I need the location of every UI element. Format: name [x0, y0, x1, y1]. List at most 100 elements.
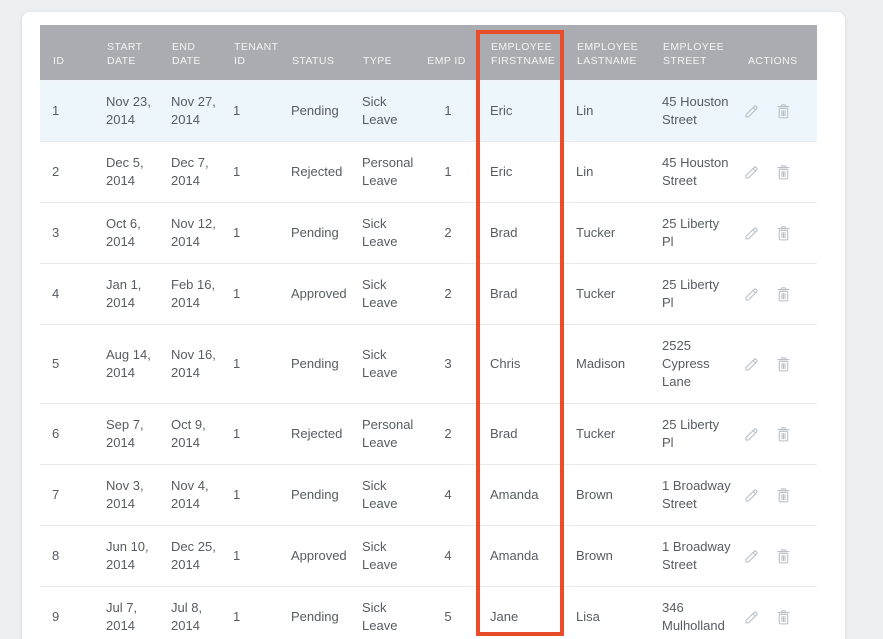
cell-employee_street: 1 Broadway Street — [650, 525, 735, 586]
edit-button[interactable] — [743, 487, 760, 504]
cell-status: Pending — [279, 464, 350, 525]
cell-status: Pending — [279, 202, 350, 263]
cell-emp_id: 4 — [418, 464, 478, 525]
cell-emp_id: 1 — [418, 141, 478, 202]
cell-actions — [735, 525, 817, 586]
edit-button[interactable] — [743, 548, 760, 565]
pencil-icon — [743, 286, 760, 303]
cell-emp_id: 2 — [418, 403, 478, 464]
cell-type: Personal Leave — [350, 141, 418, 202]
cell-emp_id: 1 — [418, 80, 478, 141]
cell-employee_firstname: Chris — [478, 324, 564, 403]
delete-button[interactable] — [775, 286, 792, 303]
edit-button[interactable] — [743, 225, 760, 242]
cell-employee_firstname: Eric — [478, 80, 564, 141]
delete-button[interactable] — [775, 609, 792, 626]
delete-button[interactable] — [775, 487, 792, 504]
cell-type: Sick Leave — [350, 464, 418, 525]
trash-icon — [775, 356, 792, 373]
cell-type: Sick Leave — [350, 80, 418, 141]
delete-button[interactable] — [775, 548, 792, 565]
table-header-row: IDSTART DATEEND DATETENANT IDSTATUSTYPEE… — [40, 25, 817, 80]
edit-button[interactable] — [743, 103, 760, 120]
cell-employee_lastname: Tucker — [564, 263, 650, 324]
cell-type: Personal Leave — [350, 403, 418, 464]
cell-tenant_id: 1 — [221, 263, 279, 324]
column-header-employee_firstname: EMPLOYEE FIRSTNAME — [478, 25, 564, 80]
cell-status: Approved — [279, 263, 350, 324]
cell-employee_lastname: Tucker — [564, 202, 650, 263]
pencil-icon — [743, 487, 760, 504]
cell-status: Approved — [279, 525, 350, 586]
trash-icon — [775, 426, 792, 443]
trash-icon — [775, 164, 792, 181]
delete-button[interactable] — [775, 164, 792, 181]
table-row[interactable]: 3Oct 6, 2014Nov 12, 20141PendingSick Lea… — [40, 202, 817, 263]
cell-tenant_id: 1 — [221, 141, 279, 202]
table-row[interactable]: 7Nov 3, 2014Nov 4, 20141PendingSick Leav… — [40, 464, 817, 525]
cell-emp_id: 5 — [418, 586, 478, 639]
cell-employee_firstname: Amanda — [478, 525, 564, 586]
cell-employee_lastname: Tucker — [564, 403, 650, 464]
trash-icon — [775, 225, 792, 242]
delete-button[interactable] — [775, 103, 792, 120]
cell-employee_firstname: Brad — [478, 263, 564, 324]
cell-employee_street: 25 Liberty Pl — [650, 263, 735, 324]
cell-end_date: Dec 7, 2014 — [159, 141, 221, 202]
delete-button[interactable] — [775, 356, 792, 373]
cell-employee_firstname: Amanda — [478, 464, 564, 525]
column-header-start_date: START DATE — [94, 25, 159, 80]
delete-button[interactable] — [775, 426, 792, 443]
edit-button[interactable] — [743, 356, 760, 373]
trash-icon — [775, 286, 792, 303]
cell-id: 2 — [40, 141, 94, 202]
cell-status: Rejected — [279, 141, 350, 202]
cell-id: 4 — [40, 263, 94, 324]
table-row[interactable]: 9Jul 7, 2014Jul 8, 20141PendingSick Leav… — [40, 586, 817, 639]
edit-button[interactable] — [743, 426, 760, 443]
table-row[interactable]: 1Nov 23, 2014Nov 27, 20141PendingSick Le… — [40, 80, 817, 141]
table-row[interactable]: 6Sep 7, 2014Oct 9, 20141RejectedPersonal… — [40, 403, 817, 464]
cell-actions — [735, 324, 817, 403]
cell-end_date: Dec 25, 2014 — [159, 525, 221, 586]
cell-type: Sick Leave — [350, 263, 418, 324]
column-header-tenant_id: TENANT ID — [221, 25, 279, 80]
table-row[interactable]: 4Jan 1, 2014Feb 16, 20141ApprovedSick Le… — [40, 263, 817, 324]
pencil-icon — [743, 426, 760, 443]
cell-type: Sick Leave — [350, 202, 418, 263]
cell-tenant_id: 1 — [221, 324, 279, 403]
cell-tenant_id: 1 — [221, 202, 279, 263]
edit-button[interactable] — [743, 609, 760, 626]
cell-employee_street: 25 Liberty Pl — [650, 403, 735, 464]
cell-end_date: Nov 16, 2014 — [159, 324, 221, 403]
pencil-icon — [743, 356, 760, 373]
column-header-type: TYPE — [350, 25, 418, 80]
cell-employee_lastname: Lin — [564, 141, 650, 202]
cell-employee_firstname: Brad — [478, 403, 564, 464]
cell-emp_id: 3 — [418, 324, 478, 403]
trash-icon — [775, 103, 792, 120]
edit-button[interactable] — [743, 286, 760, 303]
table-row[interactable]: 5Aug 14, 2014Nov 16, 20141PendingSick Le… — [40, 324, 817, 403]
column-header-employee_lastname: EMPLOYEE LASTNAME — [564, 25, 650, 80]
cell-end_date: Nov 4, 2014 — [159, 464, 221, 525]
cell-end_date: Jul 8, 2014 — [159, 586, 221, 639]
cell-tenant_id: 1 — [221, 464, 279, 525]
cell-employee_street: 2525 Cypress Lane — [650, 324, 735, 403]
cell-tenant_id: 1 — [221, 80, 279, 141]
delete-button[interactable] — [775, 225, 792, 242]
column-header-actions: ACTIONS — [735, 25, 817, 80]
cell-tenant_id: 1 — [221, 403, 279, 464]
edit-button[interactable] — [743, 164, 760, 181]
cell-start_date: Aug 14, 2014 — [94, 324, 159, 403]
cell-id: 3 — [40, 202, 94, 263]
cell-start_date: Dec 5, 2014 — [94, 141, 159, 202]
column-header-employee_street: EMPLOYEE STREET — [650, 25, 735, 80]
table-row[interactable]: 2Dec 5, 2014Dec 7, 20141RejectedPersonal… — [40, 141, 817, 202]
trash-icon — [775, 487, 792, 504]
cell-start_date: Nov 23, 2014 — [94, 80, 159, 141]
cell-actions — [735, 202, 817, 263]
cell-start_date: Jun 10, 2014 — [94, 525, 159, 586]
table-row[interactable]: 8Jun 10, 2014Dec 25, 20141ApprovedSick L… — [40, 525, 817, 586]
cell-id: 5 — [40, 324, 94, 403]
